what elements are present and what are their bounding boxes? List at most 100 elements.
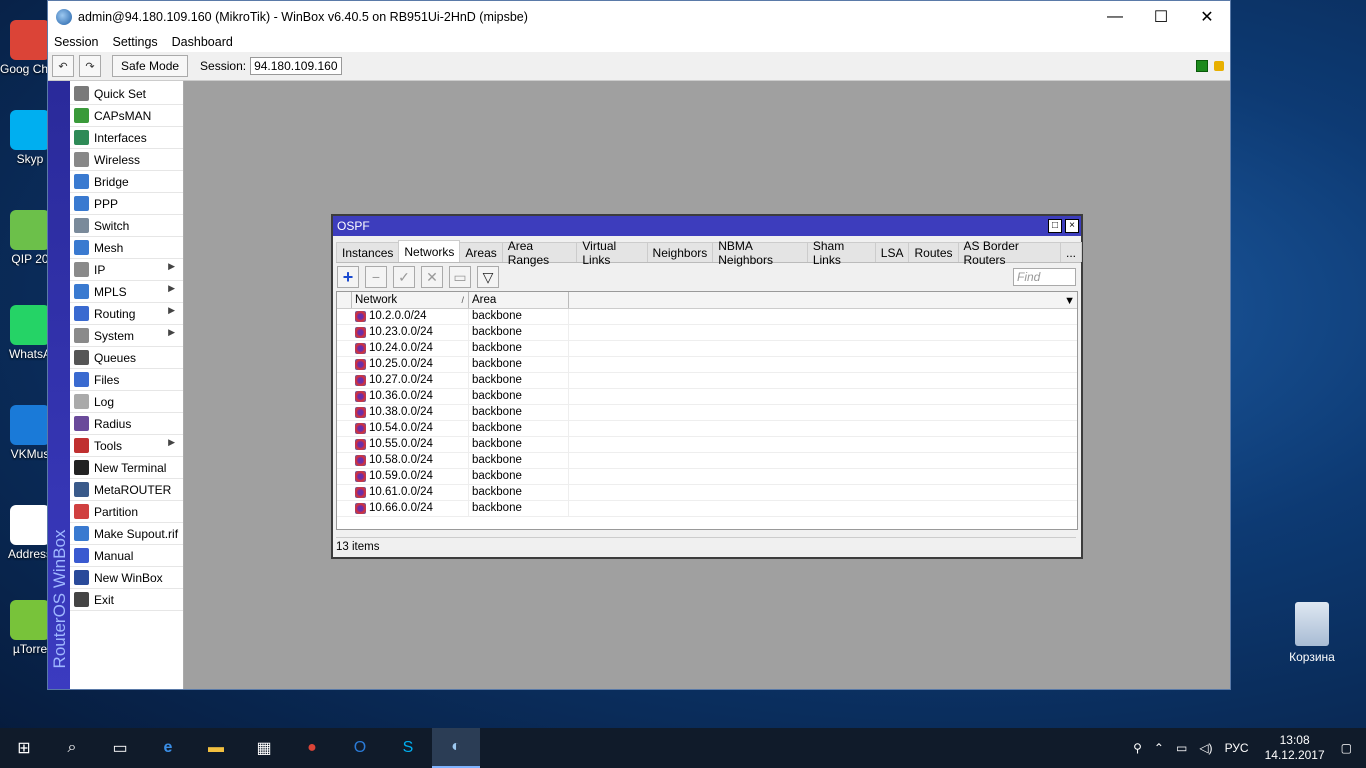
start-button[interactable]: ⊞ bbox=[0, 728, 48, 768]
volume-icon[interactable]: ◁) bbox=[1199, 741, 1212, 755]
sidebar-item-tools[interactable]: Tools ▶ bbox=[70, 435, 183, 457]
sidebar-item-wireless[interactable]: Wireless bbox=[70, 149, 183, 171]
disable-button[interactable]: ✕ bbox=[421, 266, 443, 288]
ip-icon bbox=[74, 262, 89, 277]
recycle-bin[interactable]: Корзина bbox=[1282, 602, 1342, 664]
area-cell: backbone bbox=[468, 389, 569, 404]
sidebar-item-system[interactable]: System ▶ bbox=[70, 325, 183, 347]
tab-instances[interactable]: Instances bbox=[336, 242, 400, 262]
chevron-up-icon[interactable]: ⌃ bbox=[1154, 741, 1164, 755]
tab-area-ranges[interactable]: Area Ranges bbox=[501, 239, 578, 267]
tab-virtual-links[interactable]: Virtual Links bbox=[576, 239, 648, 267]
table-row[interactable]: 10.24.0.0/24 backbone bbox=[337, 341, 1077, 357]
sidebar-item-log[interactable]: Log bbox=[70, 391, 183, 413]
table-row[interactable]: 10.61.0.0/24 backbone bbox=[337, 485, 1077, 501]
sidebar-item-mpls[interactable]: MPLS ▶ bbox=[70, 281, 183, 303]
ospf-close-button[interactable]: × bbox=[1065, 219, 1079, 233]
remove-button[interactable]: − bbox=[365, 266, 387, 288]
sidebar-item-exit[interactable]: Exit bbox=[70, 589, 183, 611]
sidebar-item-new-terminal[interactable]: New Terminal bbox=[70, 457, 183, 479]
safe-mode-button[interactable]: Safe Mode bbox=[112, 55, 189, 77]
menu-dashboard[interactable]: Dashboard bbox=[172, 35, 233, 49]
sidebar-item-radius[interactable]: Radius bbox=[70, 413, 183, 435]
notifications-icon[interactable]: ▢ bbox=[1341, 741, 1352, 755]
redo-button[interactable]: ↷ bbox=[79, 55, 101, 77]
language-indicator[interactable]: РУС bbox=[1225, 741, 1249, 755]
outlook-icon[interactable]: O bbox=[336, 728, 384, 768]
sidebar-item-partition[interactable]: Partition bbox=[70, 501, 183, 523]
explorer-icon[interactable]: ▬ bbox=[192, 728, 240, 768]
table-row[interactable]: 10.2.0.0/24 backbone bbox=[337, 309, 1077, 325]
clock[interactable]: 13:08 14.12.2017 bbox=[1265, 733, 1325, 763]
find-input[interactable]: Find bbox=[1013, 268, 1076, 286]
add-button[interactable]: + bbox=[337, 266, 359, 288]
sidebar-item-new-winbox[interactable]: New WinBox bbox=[70, 567, 183, 589]
ospf-title-bar[interactable]: OSPF □ × bbox=[333, 216, 1081, 236]
column-area[interactable]: Area bbox=[469, 292, 569, 308]
winbox-taskbar-icon[interactable]: ◐ bbox=[432, 728, 480, 768]
table-row[interactable]: 10.36.0.0/24 backbone bbox=[337, 389, 1077, 405]
sidebar-item-files[interactable]: Files bbox=[70, 369, 183, 391]
area-cell: backbone bbox=[468, 405, 569, 420]
title-bar[interactable]: admin@94.180.109.160 (MikroTik) - WinBox… bbox=[48, 1, 1230, 32]
clock-time: 13:08 bbox=[1279, 733, 1310, 747]
tab-routes[interactable]: Routes bbox=[908, 242, 959, 262]
columns-dropdown-icon[interactable]: ▼ bbox=[1064, 293, 1075, 309]
tab-sham-links[interactable]: Sham Links bbox=[806, 239, 876, 267]
sidebar-item-capsman[interactable]: CAPsMAN bbox=[70, 105, 183, 127]
store-icon[interactable]: ▦ bbox=[240, 728, 288, 768]
enable-button[interactable]: ✓ bbox=[393, 266, 415, 288]
ospf-network-icon bbox=[355, 311, 366, 322]
table-row[interactable]: 10.54.0.0/24 backbone bbox=[337, 421, 1077, 437]
wireless-icon bbox=[74, 152, 89, 167]
undo-button[interactable]: ↶ bbox=[52, 55, 74, 77]
sidebar-item-bridge[interactable]: Bridge bbox=[70, 171, 183, 193]
sidebar-item-queues[interactable]: Queues bbox=[70, 347, 183, 369]
table-row[interactable]: 10.58.0.0/24 backbone bbox=[337, 453, 1077, 469]
column-network[interactable]: Network / bbox=[352, 292, 469, 308]
network-cell: 10.27.0.0/24 bbox=[355, 373, 468, 388]
table-row[interactable]: 10.27.0.0/24 backbone bbox=[337, 373, 1077, 389]
table-row[interactable]: 10.25.0.0/24 backbone bbox=[337, 357, 1077, 373]
filter-button[interactable]: ▽ bbox=[477, 266, 499, 288]
tab-networks[interactable]: Networks bbox=[398, 240, 461, 262]
task-view-icon[interactable]: ▭ bbox=[96, 728, 144, 768]
comment-button[interactable]: ▭ bbox=[449, 266, 471, 288]
tab-neighbors[interactable]: Neighbors bbox=[646, 242, 714, 262]
sidebar-item-make-supout-rif[interactable]: Make Supout.rif bbox=[70, 523, 183, 545]
sidebar-item-metarouter[interactable]: MetaROUTER bbox=[70, 479, 183, 501]
ospf-maximize-button[interactable]: □ bbox=[1048, 219, 1062, 233]
close-button[interactable]: ✕ bbox=[1184, 1, 1230, 32]
table-row[interactable]: 10.38.0.0/24 backbone bbox=[337, 405, 1077, 421]
skype-icon[interactable]: S bbox=[384, 728, 432, 768]
people-icon[interactable]: ⚲ bbox=[1133, 741, 1142, 755]
table-row[interactable]: 10.23.0.0/24 backbone bbox=[337, 325, 1077, 341]
tab-more[interactable]: ... bbox=[1059, 242, 1082, 262]
minimize-button[interactable]: — bbox=[1092, 1, 1138, 32]
tab-areas[interactable]: Areas bbox=[459, 242, 503, 262]
tab-as-border-routers[interactable]: AS Border Routers bbox=[957, 239, 1061, 267]
sidebar-item-routing[interactable]: Routing ▶ bbox=[70, 303, 183, 325]
sidebar-item-ip[interactable]: IP ▶ bbox=[70, 259, 183, 281]
sidebar-item-mesh[interactable]: Mesh bbox=[70, 237, 183, 259]
menu-session[interactable]: Session bbox=[54, 35, 98, 49]
desktop-app-icon bbox=[10, 20, 50, 60]
table-row[interactable]: 10.55.0.0/24 backbone bbox=[337, 437, 1077, 453]
maximize-button[interactable]: ☐ bbox=[1138, 1, 1184, 32]
tab-lsa[interactable]: LSA bbox=[874, 242, 910, 262]
menu-settings[interactable]: Settings bbox=[112, 35, 157, 49]
network-icon[interactable]: ▭ bbox=[1176, 741, 1187, 755]
sidebar-item-ppp[interactable]: PPP bbox=[70, 193, 183, 215]
search-icon[interactable]: ⌕ bbox=[48, 728, 96, 768]
edge-icon[interactable]: e bbox=[144, 728, 192, 768]
sidebar-item-interfaces[interactable]: Interfaces bbox=[70, 127, 183, 149]
sidebar-item-manual[interactable]: Manual bbox=[70, 545, 183, 567]
area-cell: backbone bbox=[468, 453, 569, 468]
sidebar-item-quick-set[interactable]: Quick Set bbox=[70, 83, 183, 105]
table-row[interactable]: 10.59.0.0/24 backbone bbox=[337, 469, 1077, 485]
tab-nbma-neighbors[interactable]: NBMA Neighbors bbox=[712, 239, 808, 267]
network-value: 10.59.0.0/24 bbox=[369, 470, 433, 482]
sidebar-item-switch[interactable]: Switch bbox=[70, 215, 183, 237]
chrome-icon[interactable]: ● bbox=[288, 728, 336, 768]
table-row[interactable]: 10.66.0.0/24 backbone bbox=[337, 501, 1077, 517]
